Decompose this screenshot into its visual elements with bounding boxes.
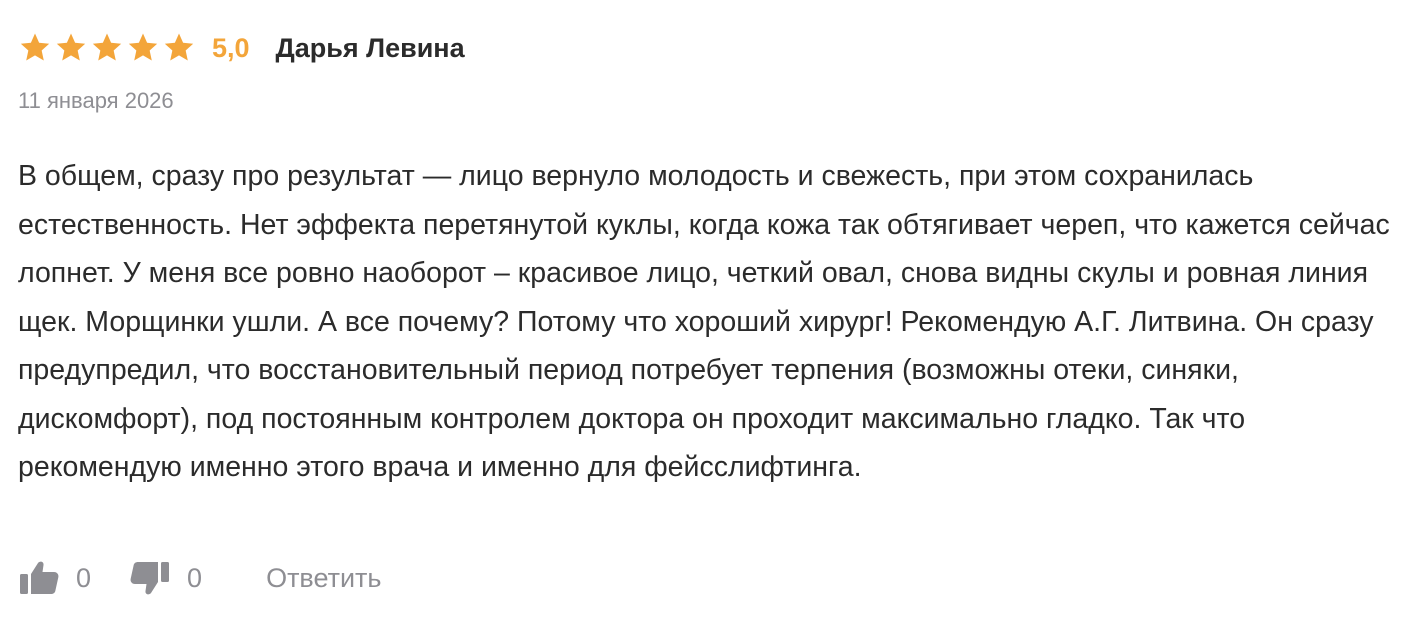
review-text: В общем, сразу про результат — лицо верн… [18, 160, 1390, 483]
star-icon [18, 31, 52, 65]
review-date: 11 января 2026 [18, 88, 174, 113]
star-icon [90, 31, 124, 65]
author-name: Дарья Левина [275, 32, 465, 63]
like-count: 0 [76, 562, 92, 593]
rating-stars [18, 31, 196, 65]
thumbs-down-icon [130, 562, 170, 595]
star-icon [162, 31, 196, 65]
like-button[interactable]: 0 [18, 560, 91, 596]
thumbs-up-icon [20, 561, 59, 594]
star-icon [126, 31, 160, 65]
review-card: 5,0 Дарья Левина 11 января 2026 В общем,… [18, 26, 1398, 492]
dislike-button[interactable]: 0 [129, 560, 202, 596]
review-header: 5,0 Дарья Левина [18, 26, 1398, 70]
reply-button[interactable]: Ответить [266, 563, 381, 594]
star-icon [54, 31, 88, 65]
review-actions: 0 0 Ответить [18, 556, 381, 600]
rating-value: 5,0 [212, 32, 250, 63]
dislike-count: 0 [187, 562, 203, 593]
